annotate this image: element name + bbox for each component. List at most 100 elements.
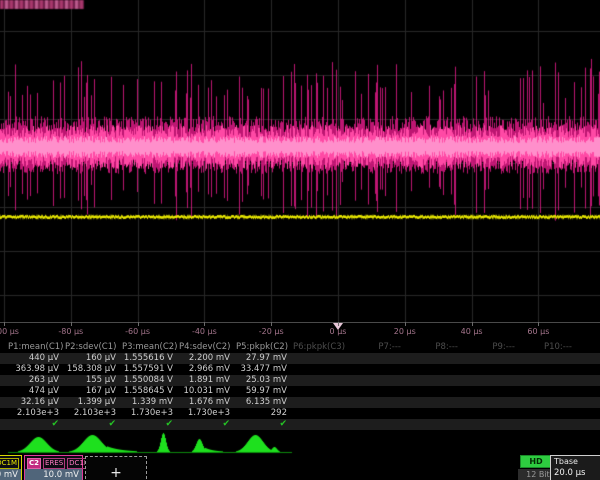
axis-label: -80 µs	[58, 327, 83, 336]
time-axis: -100 µs-80 µs-60 µs-40 µs-20 µs0 µs20 µs…	[0, 322, 600, 342]
axis-label: -100 µs	[0, 327, 19, 336]
param-value: 2.200 mV	[179, 353, 236, 364]
timebase-descriptor[interactable]: Tbase 20.0 µs	[550, 455, 600, 480]
channel-c2-descriptor[interactable]: C2 ERES DC1M 10.0 mV	[24, 455, 83, 480]
axis-tick	[71, 322, 72, 326]
axis-label: -20 µs	[259, 327, 284, 336]
param-value: 1.730e+3	[179, 408, 236, 419]
param-value: 32.16 µV	[8, 397, 65, 408]
param-value: 2.103e+3	[8, 408, 65, 419]
table-row: 32.16 µV1.399 µV1.339 mV1.676 mV6.135 mV	[0, 397, 600, 408]
axis-tick	[204, 322, 205, 326]
param-value	[293, 397, 350, 408]
param-status-check: ✔	[236, 419, 293, 430]
param-value: 2.966 mV	[179, 364, 236, 375]
table-row: 363.98 µV158.308 µV1.557591 V2.966 mV33.…	[0, 364, 600, 375]
param-value: 1.557591 V	[122, 364, 179, 375]
hd-mode-badge: HD	[520, 455, 552, 468]
toolbar-fragment	[0, 0, 84, 9]
param-value	[350, 386, 407, 397]
param-value	[521, 408, 578, 419]
param-status-check	[293, 419, 350, 430]
param-value: 25.03 mV	[236, 375, 293, 386]
param-value: 1.555616 V	[122, 353, 179, 364]
table-row: 440 µV160 µV1.555616 V2.200 mV27.97 mV	[0, 353, 600, 364]
param-value	[407, 386, 464, 397]
param-value	[407, 397, 464, 408]
param-value: 292	[236, 408, 293, 419]
axis-label: 20 µs	[394, 327, 416, 336]
param-value	[464, 397, 521, 408]
param-value	[293, 408, 350, 419]
param-status-check: ✔	[8, 419, 65, 430]
param-value: 263 µV	[8, 375, 65, 386]
axis-tick	[271, 322, 272, 326]
param-value	[521, 397, 578, 408]
c2-scale-value: 10.0 mV	[25, 469, 82, 480]
param-value: 33.477 mV	[236, 364, 293, 375]
axis-tick	[472, 322, 473, 326]
param-status-check: ✔	[179, 419, 236, 430]
param-value	[293, 386, 350, 397]
param-value	[407, 364, 464, 375]
axis-tick	[4, 322, 5, 326]
param-value	[521, 375, 578, 386]
param-header[interactable]: P7:---	[350, 342, 407, 353]
param-header[interactable]: P5:pkpk(C2)	[236, 342, 293, 353]
param-header[interactable]: P3:mean(C2)	[122, 342, 179, 353]
param-value	[293, 364, 350, 375]
c1-scale-value: 10.0 mV	[0, 469, 21, 480]
param-header[interactable]: P1:mean(C1)	[8, 342, 65, 353]
param-value: 1.891 mV	[179, 375, 236, 386]
add-channel-button[interactable]: +	[85, 456, 147, 480]
param-value: 155 µV	[65, 375, 122, 386]
axis-label: 60 µs	[527, 327, 549, 336]
descriptor-bar: DC1M 10.0 mV C2 ERES DC1M 10.0 mV + HD 1…	[0, 455, 600, 480]
param-value: 59.97 mV	[236, 386, 293, 397]
param-value	[407, 408, 464, 419]
param-value	[521, 353, 578, 364]
param-status-check	[350, 419, 407, 430]
param-value: 1.550084 V	[122, 375, 179, 386]
param-header[interactable]: P2:sdev(C1)	[65, 342, 122, 353]
tbase-label: Tbase	[551, 456, 600, 466]
param-header[interactable]: P9:---	[464, 342, 521, 353]
param-header[interactable]: P10:---	[521, 342, 578, 353]
param-value: 1.730e+3	[122, 408, 179, 419]
param-header[interactable]: P6:pkpk(C3)	[293, 342, 350, 353]
measurement-table: P1:mean(C1)P2:sdev(C1)P3:mean(C2)P4:sdev…	[0, 342, 600, 430]
c2-label: C2	[27, 458, 41, 469]
param-value: 27.97 mV	[236, 353, 293, 364]
param-value: 363.98 µV	[8, 364, 65, 375]
param-value	[293, 375, 350, 386]
param-value	[521, 386, 578, 397]
param-value: 1.399 µV	[65, 397, 122, 408]
param-value: 1.339 mV	[122, 397, 179, 408]
param-value: 160 µV	[65, 353, 122, 364]
axis-label: 0 µs	[330, 327, 347, 336]
param-header[interactable]: P8:---	[407, 342, 464, 353]
param-value	[464, 408, 521, 419]
param-value	[464, 353, 521, 364]
param-status-check	[464, 419, 521, 430]
table-row: 263 µV155 µV1.550084 V1.891 mV25.03 mV	[0, 375, 600, 386]
axis-tick	[338, 322, 339, 326]
param-value: 158.308 µV	[65, 364, 122, 375]
param-value	[350, 364, 407, 375]
channel-c1-descriptor[interactable]: DC1M 10.0 mV	[0, 455, 22, 480]
param-value	[350, 353, 407, 364]
waveform-grid[interactable]	[0, 0, 600, 322]
param-value: 2.103e+3	[65, 408, 122, 419]
axis-tick	[138, 322, 139, 326]
param-value	[407, 375, 464, 386]
axis-tick	[538, 322, 539, 326]
axis-label: -60 µs	[125, 327, 150, 336]
histicons-strip	[0, 430, 600, 456]
table-row: 474 µV167 µV1.558645 V10.031 mV59.97 mV	[0, 386, 600, 397]
axis-tick	[405, 322, 406, 326]
param-header[interactable]: P4:sdev(C2)	[179, 342, 236, 353]
param-value: 1.558645 V	[122, 386, 179, 397]
waveform-canvas[interactable]	[0, 0, 600, 322]
param-value: 167 µV	[65, 386, 122, 397]
plus-icon: +	[110, 465, 122, 480]
